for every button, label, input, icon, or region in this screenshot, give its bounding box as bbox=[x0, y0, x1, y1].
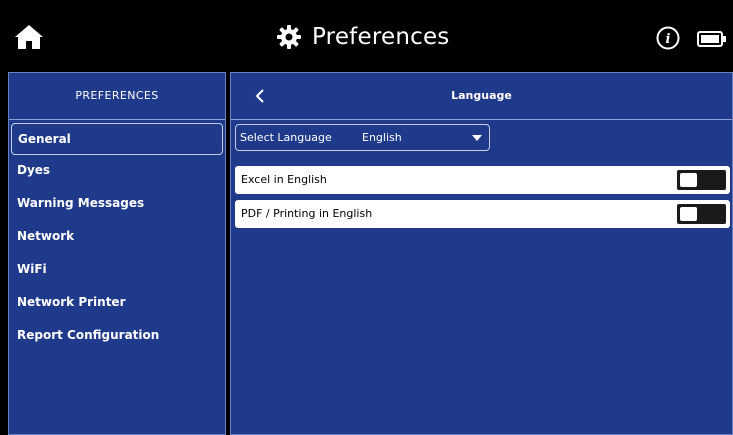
sidebar-item-network-printer[interactable]: Network Printer bbox=[9, 287, 225, 320]
sidebar-item-wifi[interactable]: WiFi bbox=[9, 254, 225, 287]
pdf-english-row: PDF / Printing in English bbox=[235, 200, 730, 228]
sidebar-item-network[interactable]: Network bbox=[9, 221, 225, 254]
caret-down-icon bbox=[472, 135, 482, 141]
select-language-value: English bbox=[362, 131, 402, 144]
sidebar-title: PREFERENCES bbox=[9, 73, 225, 120]
info-icon[interactable]: i bbox=[656, 26, 680, 50]
svg-text:i: i bbox=[666, 32, 671, 47]
sidebar-menu: General Dyes Warning Messages Network Wi… bbox=[9, 120, 225, 353]
excel-english-row: Excel in English bbox=[235, 166, 730, 194]
sidebar-item-general[interactable]: General bbox=[11, 123, 223, 155]
excel-english-label: Excel in English bbox=[241, 173, 327, 186]
toggle-knob bbox=[680, 207, 697, 221]
language-select[interactable]: Select Language English bbox=[235, 124, 490, 151]
select-language-label: Select Language bbox=[240, 131, 332, 144]
pdf-english-toggle[interactable] bbox=[677, 204, 726, 224]
toggle-knob bbox=[680, 173, 697, 187]
sidebar-item-warning-messages[interactable]: Warning Messages bbox=[9, 188, 225, 221]
page-title-group: Preferences bbox=[276, 20, 449, 54]
gear-icon bbox=[277, 25, 301, 49]
home-icon[interactable] bbox=[14, 23, 44, 51]
battery-icon bbox=[697, 31, 726, 47]
sidebar-item-dyes[interactable]: Dyes bbox=[9, 155, 225, 188]
panel-title: Language bbox=[451, 89, 512, 102]
sidebar-item-report-configuration[interactable]: Report Configuration bbox=[9, 320, 225, 353]
top-bar: Preferences i bbox=[0, 0, 733, 70]
preferences-sidebar: PREFERENCES General Dyes Warning Message… bbox=[8, 72, 226, 435]
panel-header: Language bbox=[231, 73, 732, 120]
page-title: Preferences bbox=[312, 24, 450, 50]
pdf-english-label: PDF / Printing in English bbox=[241, 207, 373, 220]
excel-english-toggle[interactable] bbox=[677, 170, 726, 190]
language-panel: Language Select Language English Excel i… bbox=[230, 72, 733, 435]
